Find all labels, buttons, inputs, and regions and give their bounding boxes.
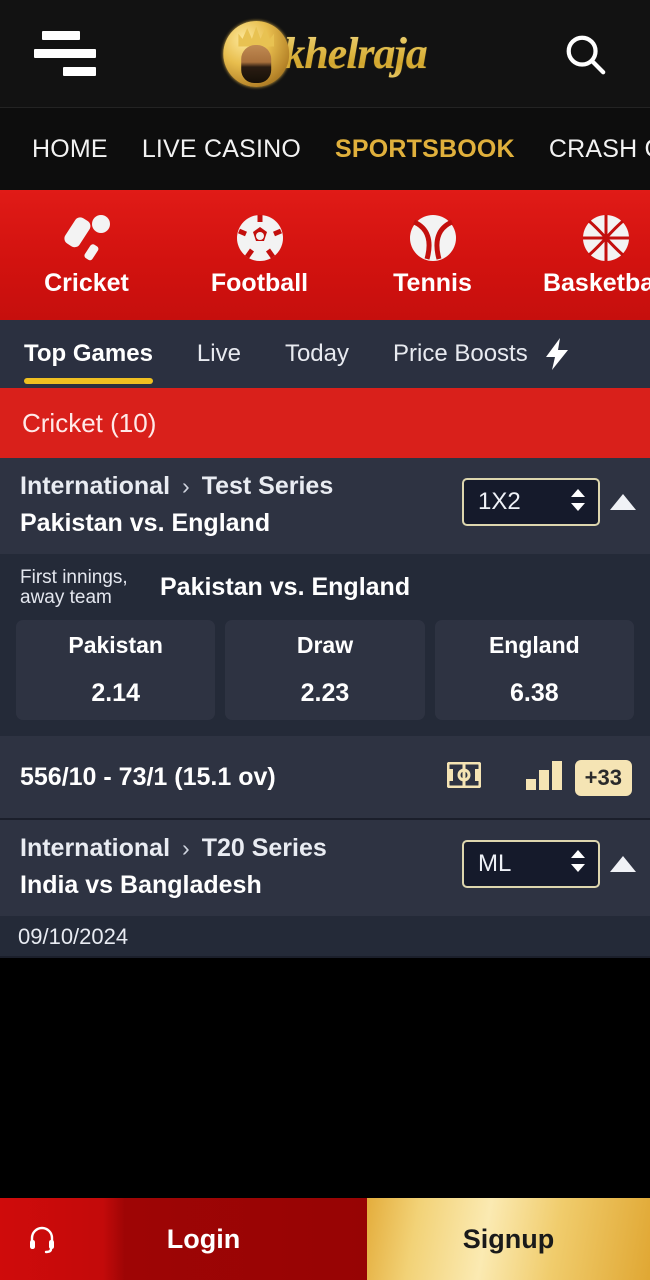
nav-item-sportsbook[interactable]: SPORTSBOOK [335, 135, 515, 164]
outcome-name: Pakistan [68, 631, 163, 658]
hamburger-icon[interactable] [34, 31, 96, 76]
league-breadcrumb[interactable]: International › T20 Series [20, 834, 462, 863]
outcome-name: Draw [296, 631, 354, 658]
filter-tab-bar: Top Games Live Today Price Boosts [0, 320, 650, 388]
search-icon[interactable] [562, 31, 608, 77]
lightning-bolt-icon [544, 338, 570, 370]
league-sub: Test Series [201, 472, 334, 500]
match-teams[interactable]: India vs Bangladesh [20, 871, 462, 900]
match-card-header: International › T20 Series India vs Bang… [0, 820, 650, 916]
match-card: International › T20 Series India vs Bang… [0, 819, 650, 958]
nav-item-live-casino[interactable]: LIVE CASINO [142, 135, 301, 164]
football-icon [235, 213, 285, 263]
outcome-odds: 2.14 [91, 678, 140, 707]
chevron-right-icon: › [182, 473, 190, 499]
headset-icon[interactable] [22, 1219, 62, 1259]
outcome-name: England [488, 631, 580, 658]
market-type-select[interactable]: ML [462, 839, 600, 888]
basketball-icon [581, 213, 631, 263]
nav-item-home[interactable]: HOME [32, 135, 108, 164]
main-navigation: HOME LIVE CASINO SPORTSBOOK CRASH GAMES [0, 108, 650, 190]
outcome-odds: 6.38 [509, 678, 559, 707]
app-screen: khelraja HOME LIVE CASINO SPORTSBOOK CRA… [0, 0, 650, 1280]
top-header-bar: khelraja [0, 0, 650, 108]
tennis-ball-icon [408, 213, 458, 263]
outcome-odds: 2.23 [300, 678, 350, 707]
market-title: Pakistan vs. England [160, 573, 411, 602]
section-title: Cricket (10) [22, 407, 157, 438]
tab-live[interactable]: Live [197, 320, 241, 388]
sports-category-strip: Cricket Football Tennis Basketba [0, 190, 650, 320]
tab-top-games[interactable]: Top Games [24, 320, 153, 388]
odds-button-home[interactable]: Pakistan 2.14 [16, 619, 216, 720]
sport-item-cricket[interactable]: Cricket [0, 213, 173, 298]
section-header-cricket[interactable]: Cricket (10) [0, 388, 650, 458]
market-type-value: ML [478, 849, 512, 877]
collapse-up-arrow-icon[interactable] [610, 494, 636, 510]
sport-label: Tennis [393, 268, 472, 297]
sport-item-basketball[interactable]: Basketball [519, 213, 650, 298]
more-markets-badge[interactable]: +33 [574, 759, 632, 796]
page-blank-area [0, 995, 650, 1220]
league-breadcrumb[interactable]: International › Test Series [20, 472, 462, 501]
match-score-row: 556/10 - 73/1 (15.1 ov) +33 [0, 736, 650, 818]
league-root: International [20, 833, 171, 862]
stats-bar-chart-icon[interactable] [525, 760, 563, 795]
odds-button-away[interactable]: England 6.38 [434, 619, 634, 720]
signup-label: Signup [462, 1223, 555, 1254]
cricket-bat-ball-icon [61, 213, 113, 263]
league-root: International [20, 472, 171, 500]
market-title-row: First innings, away team Pakistan vs. En… [16, 564, 634, 620]
innings-note: First innings, away team [20, 567, 128, 608]
login-button[interactable]: Login [0, 1198, 367, 1280]
odds-row: Pakistan 2.14 Draw 2.23 England 6.38 [16, 619, 634, 720]
match-card: International › Test Series Pakistan vs.… [0, 458, 650, 820]
sport-item-football[interactable]: Football [173, 213, 346, 298]
brand-name: khelraja [283, 29, 428, 78]
nav-item-crash-games[interactable]: CRASH GAMES [549, 135, 650, 164]
league-sub: T20 Series [201, 833, 327, 862]
tab-price-boosts[interactable]: Price Boosts [393, 320, 528, 388]
king-coin-icon [223, 20, 290, 87]
collapse-up-arrow-icon[interactable] [610, 855, 636, 872]
brand-logo[interactable]: khelraja [223, 20, 428, 87]
chevron-updown-icon [568, 487, 588, 518]
match-card-header: International › Test Series Pakistan vs.… [0, 458, 650, 554]
match-market-body: First innings, away team Pakistan vs. En… [0, 554, 650, 736]
tab-today[interactable]: Today [285, 320, 349, 388]
chevron-updown-icon [568, 848, 588, 879]
market-type-value: 1X2 [478, 488, 521, 515]
market-type-select[interactable]: 1X2 [462, 478, 600, 526]
match-teams[interactable]: Pakistan vs. England [20, 509, 462, 538]
sport-label: Basketball [542, 268, 650, 297]
chevron-right-icon: › [182, 834, 190, 861]
match-date: 09/10/2024 [18, 923, 129, 949]
sport-item-tennis[interactable]: Tennis [346, 213, 519, 298]
pitch-field-icon[interactable] [446, 761, 482, 793]
odds-button-draw[interactable]: Draw 2.23 [225, 619, 425, 720]
signup-button[interactable]: Signup [367, 1198, 650, 1280]
match-date-row: 09/10/2024 [0, 915, 650, 956]
sport-label: Cricket [44, 268, 129, 297]
sport-label: Football [210, 268, 309, 297]
live-score: 556/10 - 73/1 (15.1 ov) [20, 763, 276, 792]
bottom-action-bar: Login Signup [0, 1198, 650, 1280]
